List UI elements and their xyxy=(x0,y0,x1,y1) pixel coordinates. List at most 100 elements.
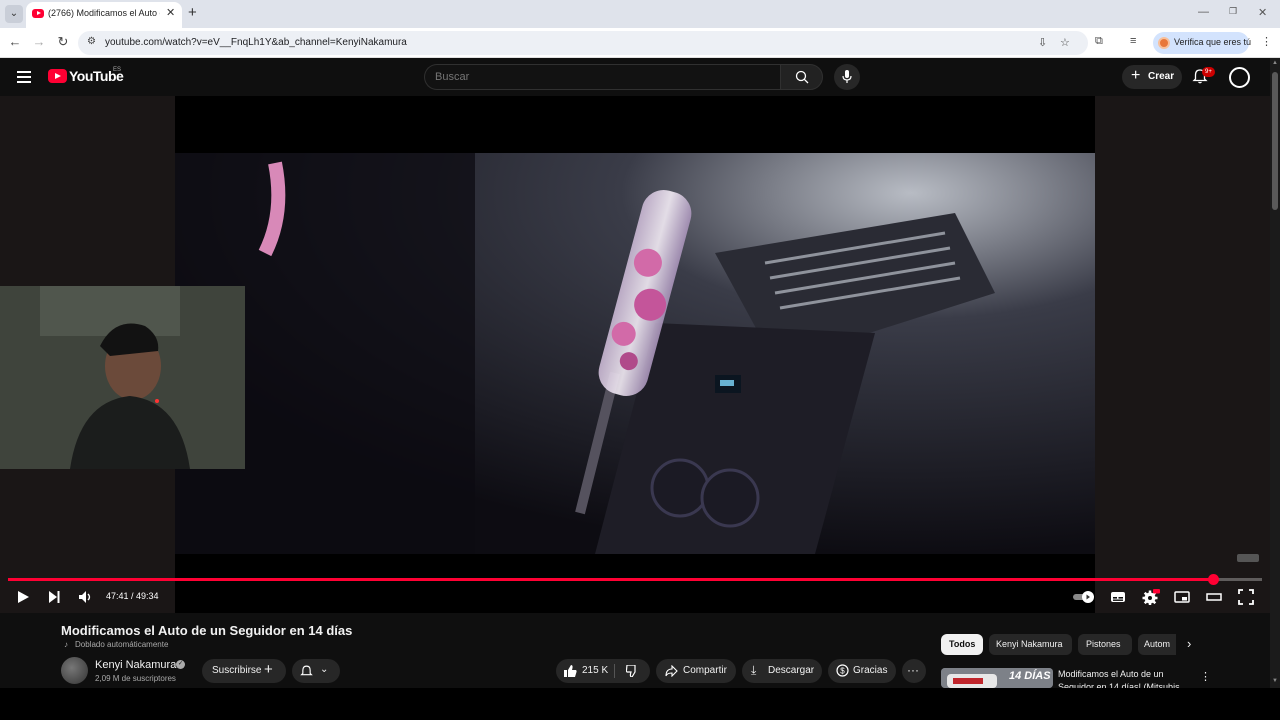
theater-mode-icon[interactable] xyxy=(1206,590,1222,604)
autoplay-toggle-icon[interactable] xyxy=(1072,590,1096,604)
progress-fill xyxy=(8,578,1214,581)
scroll-up-icon[interactable]: ▲ xyxy=(1272,60,1278,66)
settings-gear-icon[interactable] xyxy=(1142,589,1160,605)
url-text[interactable]: youtube.com/watch?v=eV__FnqLh1Y&ab_chann… xyxy=(105,37,407,48)
notification-bell-button[interactable]: ⌄ xyxy=(292,659,340,683)
back-arrow-icon[interactable]: ← xyxy=(7,34,23,50)
chip-label: Pistones xyxy=(1086,639,1121,649)
subtitles-icon[interactable] xyxy=(1110,590,1126,604)
site-info-icon[interactable]: ⚙ xyxy=(87,36,99,48)
video-frame[interactable] xyxy=(175,153,1095,554)
new-tab-plus-icon[interactable]: + xyxy=(188,4,197,21)
video-title: Modificamos el Auto de un Seguidor en 14… xyxy=(61,623,353,638)
like-dislike-group: 215 K xyxy=(556,659,650,683)
recommendation-thumbnail[interactable]: 14 DÍAS xyxy=(941,668,1053,688)
chip-channel[interactable]: Kenyi Nakamura xyxy=(989,634,1072,655)
minimize-icon[interactable]: — xyxy=(1198,6,1209,18)
verified-badge-icon: ✓ xyxy=(176,660,185,669)
profile-label: Verifica que eres tú xyxy=(1174,37,1252,47)
chip-label: Autom xyxy=(1144,639,1171,649)
time-display: 47:41 / 49:34 xyxy=(106,591,159,601)
subscribe-button[interactable]: Suscribirse + xyxy=(202,659,286,683)
video-scene xyxy=(175,153,1095,554)
share-icon xyxy=(665,665,678,677)
channel-name[interactable]: Kenyi Nakamura xyxy=(95,659,176,671)
profile-chip[interactable]: Verifica que eres tú xyxy=(1153,32,1252,54)
recommendation-title[interactable]: Modificamos el Auto de un Seguidor en 14… xyxy=(1058,668,1188,688)
more-vertical-icon[interactable]: ⋮ xyxy=(1200,670,1211,683)
os-taskbar xyxy=(0,688,1280,720)
progress-bar[interactable] xyxy=(8,574,1262,585)
download-button[interactable]: ⤓ Descargar xyxy=(742,659,822,683)
window-close-icon[interactable]: ✕ xyxy=(1258,6,1267,19)
plus-icon: + xyxy=(1131,67,1141,84)
chip-todos[interactable]: Todos xyxy=(941,634,983,655)
like-button[interactable]: 215 K xyxy=(556,659,614,683)
notification-badge: 9+ xyxy=(1202,67,1215,77)
super-thanks-icon: $ xyxy=(836,664,849,677)
youtube-header: YouTube ES + Crear 9+ xyxy=(0,58,1270,96)
scroll-down-icon[interactable]: ▼ xyxy=(1272,678,1278,684)
download-label: Descargar xyxy=(768,665,815,676)
chevron-down-icon: ⌄ xyxy=(320,664,329,675)
tab-title: (2766) Modificamos el Auto de xyxy=(48,8,160,18)
chip-autom[interactable]: Autom xyxy=(1138,634,1176,655)
account-avatar[interactable] xyxy=(1229,67,1250,88)
volume-icon[interactable] xyxy=(78,590,94,604)
tab-search-chevron-icon[interactable]: ⌄ xyxy=(5,5,23,23)
bookmark-star-icon[interactable]: ☆ xyxy=(1060,36,1070,49)
subscriber-count: 2,09 M de suscriptores xyxy=(95,674,176,683)
more-actions-button[interactable]: ··· xyxy=(902,659,926,683)
forward-arrow-icon[interactable]: → xyxy=(31,34,47,50)
search-input[interactable] xyxy=(435,71,765,83)
channel-avatar[interactable] xyxy=(61,657,88,684)
search-button[interactable] xyxy=(780,64,823,90)
microphone-icon xyxy=(842,70,852,83)
miniplayer-icon[interactable] xyxy=(1174,590,1190,604)
thumbs-up-icon xyxy=(564,665,577,677)
dubbed-audio-icon: ♪ xyxy=(64,640,68,649)
create-button[interactable]: + Crear xyxy=(1122,65,1182,89)
webcam-overlay xyxy=(0,286,245,469)
browser-tab-strip: ⌄ (2766) Modificamos el Auto de ✕ + — ❐ … xyxy=(0,0,1280,28)
extensions-icon[interactable]: ⧉ xyxy=(1095,35,1103,48)
webcam-scene xyxy=(0,286,245,469)
dislike-button[interactable] xyxy=(615,659,650,683)
address-bar[interactable]: ⚙ youtube.com/watch?v=eV__FnqLh1Y&ab_cha… xyxy=(78,31,1088,55)
dubbed-note: Doblado automáticamente xyxy=(75,640,169,649)
search-box[interactable] xyxy=(424,64,781,90)
fullscreen-icon[interactable] xyxy=(1238,589,1254,605)
profile-avatar-icon xyxy=(1158,37,1170,49)
next-video-icon[interactable] xyxy=(47,590,61,604)
chip-label: Kenyi Nakamura xyxy=(996,639,1063,649)
chip-pistones[interactable]: Pistones xyxy=(1078,634,1132,655)
bell-icon xyxy=(300,665,313,676)
share-button[interactable]: Compartir xyxy=(656,659,736,683)
voice-search-button[interactable] xyxy=(834,64,860,90)
thanks-button[interactable]: $ Gracias xyxy=(828,659,896,683)
scroll-thumb[interactable] xyxy=(1272,72,1278,210)
search-icon xyxy=(795,70,809,84)
restore-icon[interactable]: ❐ xyxy=(1229,6,1237,17)
like-count: 215 K xyxy=(582,665,609,676)
browser-menu-icon[interactable]: ⋮ xyxy=(1261,35,1272,48)
hamburger-menu-icon[interactable] xyxy=(17,71,31,83)
tab-close-icon[interactable]: ✕ xyxy=(166,6,175,19)
reading-list-icon[interactable]: ≡ xyxy=(1130,35,1136,47)
chip-label: Todos xyxy=(949,639,976,649)
install-app-icon[interactable]: ⇩ xyxy=(1038,36,1047,49)
plus-icon: + xyxy=(264,661,273,678)
download-icon: ⤓ xyxy=(751,663,757,677)
page-scrollbar[interactable]: ▲ ▼ xyxy=(1270,58,1280,688)
youtube-favicon-icon xyxy=(32,9,44,18)
thumbnail-text: 14 DÍAS xyxy=(1009,670,1051,682)
youtube-logo-icon[interactable] xyxy=(48,69,67,83)
thumbs-down-icon xyxy=(626,665,636,677)
share-label: Compartir xyxy=(683,665,727,676)
play-icon[interactable] xyxy=(16,590,30,604)
chevron-right-icon[interactable]: › xyxy=(1187,636,1191,651)
browser-toolbar: ← → ↻ ⚙ youtube.com/watch?v=eV__FnqLh1Y&… xyxy=(0,28,1280,58)
reload-icon[interactable]: ↻ xyxy=(55,34,71,50)
browser-tab-active[interactable]: (2766) Modificamos el Auto de ✕ xyxy=(26,2,182,28)
channel-watermark-icon[interactable] xyxy=(1236,552,1260,564)
